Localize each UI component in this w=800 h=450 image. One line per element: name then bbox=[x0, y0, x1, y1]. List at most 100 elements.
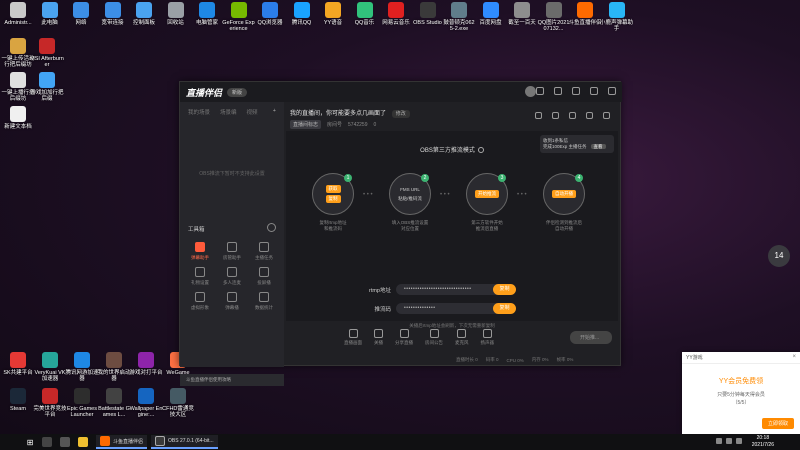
tab-video[interactable]: 视频 bbox=[247, 108, 258, 116]
desktop-icon[interactable]: QQ音乐 bbox=[348, 2, 382, 26]
start-live-button[interactable]: 开始推... bbox=[570, 331, 612, 344]
bottom-tool[interactable]: 关播 bbox=[374, 328, 383, 346]
tab-my-scene[interactable]: 我的场景 bbox=[188, 108, 210, 116]
task-view-icon[interactable] bbox=[60, 437, 70, 447]
avatar[interactable] bbox=[525, 86, 536, 97]
tool-item[interactable]: 弹幕播 bbox=[216, 292, 248, 311]
close-icon[interactable]: × bbox=[792, 354, 796, 360]
app-icon bbox=[39, 38, 55, 54]
desktop-icon[interactable]: 电脑管家 bbox=[190, 2, 224, 26]
copy-key-button[interactable]: 复制 bbox=[493, 303, 516, 314]
tab-scene-edit[interactable]: 场景编 bbox=[220, 108, 237, 116]
desktop-icon[interactable]: Wallpaper Engine:... bbox=[129, 388, 163, 418]
desktop-icon[interactable]: 腾讯网游加速器 bbox=[65, 352, 99, 382]
desktop-icon[interactable]: 此电脑 bbox=[33, 2, 67, 26]
taskbar-item-obs[interactable]: OBS 27.0.1 (64-bit... bbox=[151, 435, 218, 449]
step-chip[interactable]: 复制 bbox=[325, 195, 341, 203]
clock[interactable]: 20:18 2021/7/26 bbox=[752, 435, 774, 449]
help-icon[interactable] bbox=[477, 147, 484, 154]
taskbar: ⊞ 斗鱼直播伴侣 OBS 27.0.1 (64-bit... 20:18 202… bbox=[0, 434, 800, 450]
menu-icon[interactable] bbox=[572, 87, 580, 95]
volume-icon[interactable] bbox=[726, 438, 732, 444]
desktop-icon[interactable]: 截至一百天 bbox=[505, 2, 539, 26]
desktop-icon[interactable]: Steam bbox=[1, 388, 35, 412]
edit-title-button[interactable]: 修改 bbox=[391, 110, 410, 118]
desktop-icon[interactable]: YY语音 bbox=[316, 2, 350, 26]
desktop-icon[interactable]: QQ浏览器 bbox=[253, 2, 287, 26]
copy-rtmp-button[interactable]: 复制 bbox=[493, 284, 516, 295]
claim-button[interactable]: 立即领取 bbox=[761, 418, 794, 429]
skin-icon[interactable] bbox=[536, 87, 544, 95]
desktop-icon[interactable]: OBS Studio bbox=[411, 2, 445, 26]
desktop-icon[interactable]: 新建文本档 bbox=[1, 106, 35, 130]
bottom-tool[interactable]: 直播画面 bbox=[344, 328, 362, 346]
version-badge[interactable]: 新版 bbox=[227, 87, 248, 97]
add-scene-button[interactable]: + bbox=[273, 108, 276, 116]
desktop-icon[interactable]: SK共建平台 bbox=[1, 352, 35, 376]
lock-icon[interactable] bbox=[552, 112, 559, 119]
desktop-icon[interactable]: 控制面板 bbox=[127, 2, 161, 26]
bottom-tool[interactable]: 麦克风 bbox=[455, 328, 469, 346]
desktop-icon[interactable]: 网易云音乐 bbox=[379, 2, 413, 26]
guide-link[interactable]: 斗鱼直播伴侣使用攻略 bbox=[180, 374, 284, 386]
desktop-icon[interactable]: 百度网盘 bbox=[474, 2, 508, 26]
minimize-icon[interactable] bbox=[590, 87, 598, 95]
desktop-icon[interactable]: 小鹿声弹幕助手 bbox=[600, 2, 634, 32]
bottom-tool[interactable]: 房间公告 bbox=[425, 328, 443, 346]
more-icon[interactable] bbox=[267, 223, 276, 232]
desktop-icon-label: 腾讯QQ bbox=[291, 20, 312, 26]
desktop-icon[interactable]: 我的世界启动器 bbox=[97, 352, 131, 382]
desktop-icon[interactable]: 回收站 bbox=[159, 2, 193, 26]
taskbar-item-douyu[interactable]: 斗鱼直播伴侣 bbox=[96, 435, 148, 449]
bottom-tool[interactable]: 分享直播 bbox=[395, 328, 413, 346]
ime-icon[interactable] bbox=[736, 438, 742, 444]
step-chip[interactable]: 获取 bbox=[325, 185, 341, 193]
tool-item[interactable]: 数据统计 bbox=[248, 292, 280, 311]
desktop-icon-label: 控制面板 bbox=[132, 20, 155, 26]
app-icon bbox=[325, 2, 341, 18]
tool-item[interactable]: 礼物设置 bbox=[184, 267, 216, 286]
bottom-tool-icon bbox=[399, 328, 409, 338]
desktop-icon[interactable]: QQ图片202107132... bbox=[537, 2, 571, 32]
tool-item[interactable]: 投屏播 bbox=[248, 267, 280, 286]
tool-icon bbox=[259, 267, 269, 277]
settings-icon[interactable] bbox=[554, 87, 562, 95]
bottom-tool[interactable]: 扬声器 bbox=[481, 328, 494, 346]
desktop-icon[interactable]: MSI Afterburner bbox=[30, 38, 64, 68]
side-counter[interactable]: 14 bbox=[768, 245, 790, 267]
desktop-icon[interactable]: Battlestate Games L... bbox=[97, 388, 131, 418]
desktop-icon[interactable]: VeryKuai VK加速器 bbox=[33, 352, 67, 382]
store-icon[interactable] bbox=[569, 112, 576, 119]
desktop-icon[interactable]: 宽带连接 bbox=[96, 2, 130, 26]
file-explorer-icon[interactable] bbox=[78, 437, 88, 447]
tool-icon bbox=[195, 267, 205, 277]
network-icon[interactable] bbox=[716, 438, 722, 444]
stream-key-field[interactable]: •••••••••••••• bbox=[396, 303, 506, 314]
step-circle: 3 开始推流 bbox=[466, 173, 508, 215]
desktop-icon[interactable]: 鼓普顿克0625-2.exe bbox=[442, 2, 476, 32]
desktop-icon[interactable]: Administr... bbox=[1, 2, 35, 26]
tool-item[interactable]: 弹幕助手 bbox=[184, 242, 216, 261]
desktop-icon[interactable]: Epic Games Launcher bbox=[65, 388, 99, 418]
desktop-icon[interactable]: 游戏加加行把后缀 bbox=[30, 72, 64, 102]
desktop-icon[interactable]: 斗鱼直播伴侣 bbox=[568, 2, 602, 26]
bell-icon[interactable] bbox=[586, 112, 593, 119]
desktop-icon[interactable]: 网络 bbox=[64, 2, 98, 26]
desktop-icon[interactable]: 腾讯QQ bbox=[285, 2, 319, 26]
tool-item[interactable]: 虚拟形象 bbox=[184, 292, 216, 311]
tool-item[interactable]: 房管助手 bbox=[216, 242, 248, 261]
tool-item[interactable]: 多人连麦 bbox=[216, 267, 248, 286]
gift-icon[interactable] bbox=[535, 112, 542, 119]
desktop-icon[interactable]: 游戏对打平台 bbox=[129, 352, 163, 376]
desktop-icon-label: 完美世界竞技平台 bbox=[33, 406, 67, 418]
close-icon[interactable] bbox=[608, 87, 616, 95]
start-icon[interactable]: ⊞ bbox=[22, 434, 38, 450]
share-icon[interactable] bbox=[603, 112, 610, 119]
rtmp-field[interactable]: •••••••••••••••••••••••••••••• bbox=[396, 284, 506, 295]
desktop-icon[interactable]: 完美世界竞技平台 bbox=[33, 388, 67, 418]
desktop-icon[interactable]: CFHD雷通竞技大区 bbox=[161, 388, 195, 418]
tool-item[interactable]: 主播任务 bbox=[248, 242, 280, 261]
room-category[interactable]: 直播间标志 bbox=[290, 120, 322, 129]
search-icon[interactable] bbox=[42, 437, 52, 447]
desktop-icon[interactable]: GeForce Experience bbox=[222, 2, 256, 32]
